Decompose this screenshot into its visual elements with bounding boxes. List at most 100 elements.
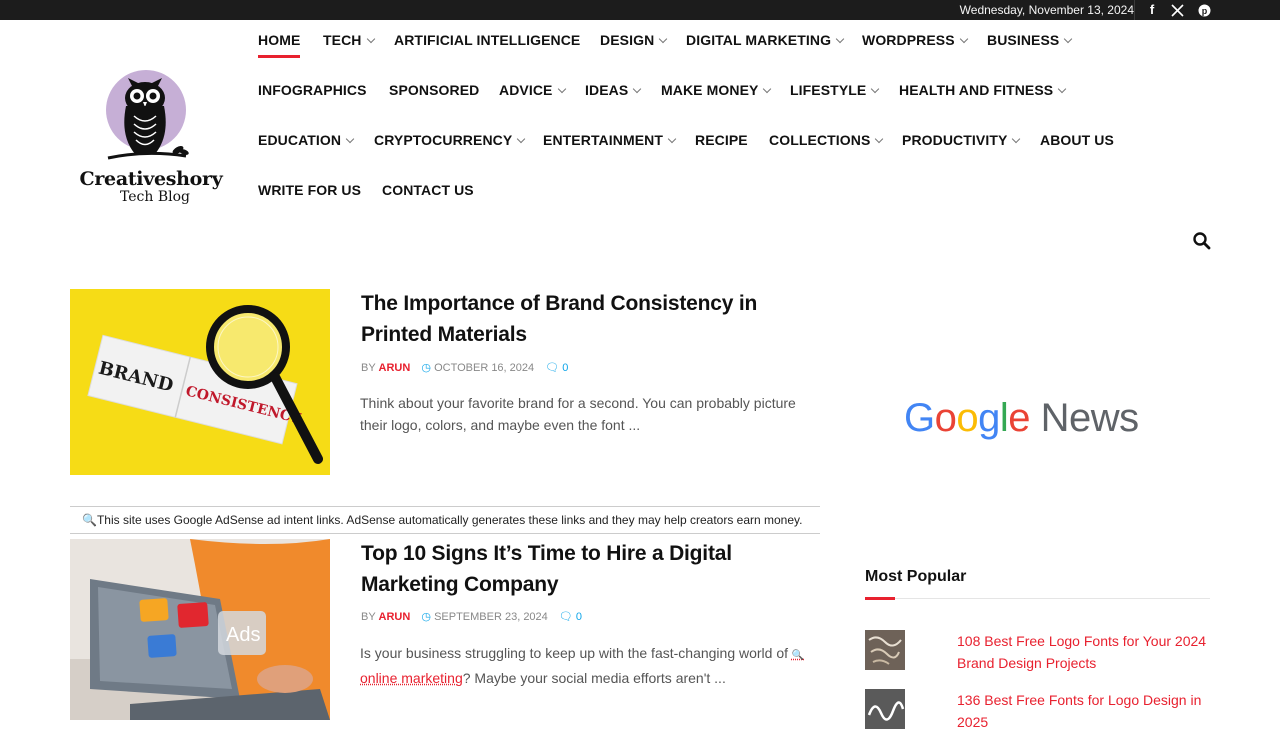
nav-write-for-us[interactable]: WRITE FOR US — [258, 180, 361, 200]
nav-cryptocurrency[interactable]: CRYPTOCURRENCY — [374, 130, 524, 150]
nav-ideas[interactable]: IDEAS — [585, 80, 640, 100]
nav-recipe[interactable]: RECIPE — [695, 130, 748, 150]
nav-home[interactable]: HOME — [258, 30, 300, 50]
comment-icon: 🗨 — [559, 611, 573, 623]
chevron-down-icon — [871, 85, 879, 93]
comment-count: 0 — [576, 611, 582, 623]
nav-artificial-intelligence[interactable]: ARTIFICIAL INTELLIGENCE — [394, 30, 580, 50]
nav-about-us[interactable]: ABOUT US — [1040, 130, 1114, 150]
nav-label: COLLECTIONS — [769, 132, 870, 148]
pinterest-icon[interactable]: p — [1196, 2, 1212, 18]
nav-label: RECIPE — [695, 132, 748, 148]
nav-label: DIGITAL MARKETING — [686, 32, 831, 48]
comment-count: 0 — [562, 362, 568, 374]
clock-icon: ◷ — [421, 362, 431, 374]
nav-wordpress[interactable]: WORDPRESS — [862, 30, 967, 50]
nav-label: MAKE MONEY — [661, 82, 758, 98]
nav-contact-us[interactable]: CONTACT US — [382, 180, 474, 200]
nav-label: INFOGRAPHICS — [258, 82, 367, 98]
link-text: online marketing — [360, 670, 463, 686]
article-date: ◷ OCTOBER 16, 2024 — [421, 362, 534, 374]
brand-consistency-image: BRAND CONSISTENCY — [70, 289, 330, 475]
comments-link[interactable]: 🗨 0 — [559, 611, 582, 623]
nav-advice[interactable]: ADVICE — [499, 80, 565, 100]
nav-business[interactable]: BUSINESS — [987, 30, 1071, 50]
nav-label: PRODUCTIVITY — [902, 132, 1007, 148]
nav-productivity[interactable]: PRODUCTIVITY — [902, 130, 1019, 150]
search-icon[interactable] — [1192, 231, 1212, 251]
nav-label: BUSINESS — [987, 32, 1059, 48]
nav-label: SPONSORED — [389, 82, 479, 98]
top-bar: Wednesday, November 13, 2024 f p — [0, 0, 1280, 20]
article-excerpt: Is your business struggling to keep up w… — [360, 642, 810, 689]
nav-design[interactable]: DESIGN — [600, 30, 666, 50]
site-logo[interactable]: Creativeshory Tech Blog — [70, 66, 232, 212]
nav-make-money[interactable]: MAKE MONEY — [661, 80, 770, 100]
date-text: OCTOBER 16, 2024 — [434, 362, 534, 374]
widget-divider — [865, 598, 1210, 599]
thumb-ads-text: Ads — [226, 624, 260, 646]
chevron-down-icon — [346, 135, 354, 143]
nav-health-and-fitness[interactable]: HEALTH AND FITNESS — [899, 80, 1065, 100]
facebook-icon[interactable]: f — [1144, 2, 1160, 18]
article-thumbnail[interactable]: BRAND CONSISTENCY — [70, 289, 330, 475]
popular-post-link[interactable]: 136 Best Free Fonts for Logo Design in 2… — [957, 689, 1210, 733]
svg-text:p: p — [1201, 6, 1207, 16]
chevron-down-icon — [517, 135, 525, 143]
nav-label: HEALTH AND FITNESS — [899, 82, 1053, 98]
date-text: SEPTEMBER 23, 2024 — [434, 611, 548, 623]
nav-lifestyle[interactable]: LIFESTYLE — [790, 80, 878, 100]
popular-thumbnail[interactable] — [865, 630, 905, 670]
article-meta: BY ARUN ◷ SEPTEMBER 23, 2024 🗨 0 — [361, 610, 582, 623]
nav-label: HOME — [258, 32, 300, 48]
nav-label: DESIGN — [600, 32, 654, 48]
nav-entertainment[interactable]: ENTERTAINMENT — [543, 130, 675, 150]
nav-education[interactable]: EDUCATION — [258, 130, 353, 150]
meta-by: BY — [361, 611, 375, 623]
author-link[interactable]: ARUN — [379, 611, 411, 623]
google-news-news: News — [1041, 396, 1139, 440]
nav-digital-marketing[interactable]: DIGITAL MARKETING — [686, 30, 843, 50]
nav-label: ENTERTAINMENT — [543, 132, 663, 148]
nav-tech[interactable]: TECH — [323, 30, 374, 50]
google-news-badge[interactable]: Google News — [904, 396, 1139, 441]
popular-thumbnail[interactable] — [865, 689, 905, 729]
nav-label: CONTACT US — [382, 182, 474, 198]
author-link[interactable]: ARUN — [379, 362, 411, 374]
article-excerpt: Think about your favorite brand for a se… — [360, 392, 810, 436]
chevron-down-icon — [633, 85, 641, 93]
top-bar-divider — [1134, 0, 1135, 20]
nav-label: IDEAS — [585, 82, 628, 98]
chevron-down-icon — [366, 35, 374, 43]
nav-collections[interactable]: COLLECTIONS — [769, 130, 882, 150]
nav-label: LIFESTYLE — [790, 82, 866, 98]
excerpt-text-after: ? Maybe your social media efforts aren't… — [463, 670, 726, 686]
article-thumbnail[interactable]: Ads — [70, 539, 330, 720]
meta-by: BY — [361, 362, 375, 374]
nav-label: ABOUT US — [1040, 132, 1114, 148]
nav-sponsored[interactable]: SPONSORED — [389, 80, 479, 100]
widget-accent-bar — [865, 597, 895, 600]
clock-icon: ◷ — [421, 611, 431, 623]
logo-tagline: Tech Blog — [70, 189, 240, 205]
nav-label: WORDPRESS — [862, 32, 955, 48]
article-title[interactable]: Top 10 Signs It’s Time to Hire a Digital… — [361, 538, 801, 600]
article-title[interactable]: The Importance of Brand Consistency in P… — [361, 288, 811, 350]
x-icon[interactable] — [1169, 2, 1185, 18]
most-popular-title: Most Popular — [865, 568, 966, 586]
adsense-text: This site uses Google AdSense ad intent … — [97, 513, 803, 527]
chevron-down-icon — [763, 85, 771, 93]
nav-label: ARTIFICIAL INTELLIGENCE — [394, 32, 580, 48]
google-news-google: Google — [904, 396, 1030, 440]
logo-fonts-thumb-image — [865, 630, 905, 670]
nav-label: EDUCATION — [258, 132, 341, 148]
excerpt-text-before: Is your business struggling to keep up w… — [360, 645, 788, 661]
chevron-down-icon — [557, 85, 565, 93]
nav-infographics[interactable]: INFOGRAPHICS — [258, 80, 367, 100]
popular-post-link[interactable]: 108 Best Free Logo Fonts for Your 2024 B… — [957, 630, 1210, 674]
magnifier-icon: 🔍 — [82, 513, 97, 527]
article-date: ◷ SEPTEMBER 23, 2024 — [421, 611, 547, 623]
chevron-down-icon — [959, 35, 967, 43]
nav-label: ADVICE — [499, 82, 553, 98]
comments-link[interactable]: 🗨 0 — [545, 362, 568, 374]
